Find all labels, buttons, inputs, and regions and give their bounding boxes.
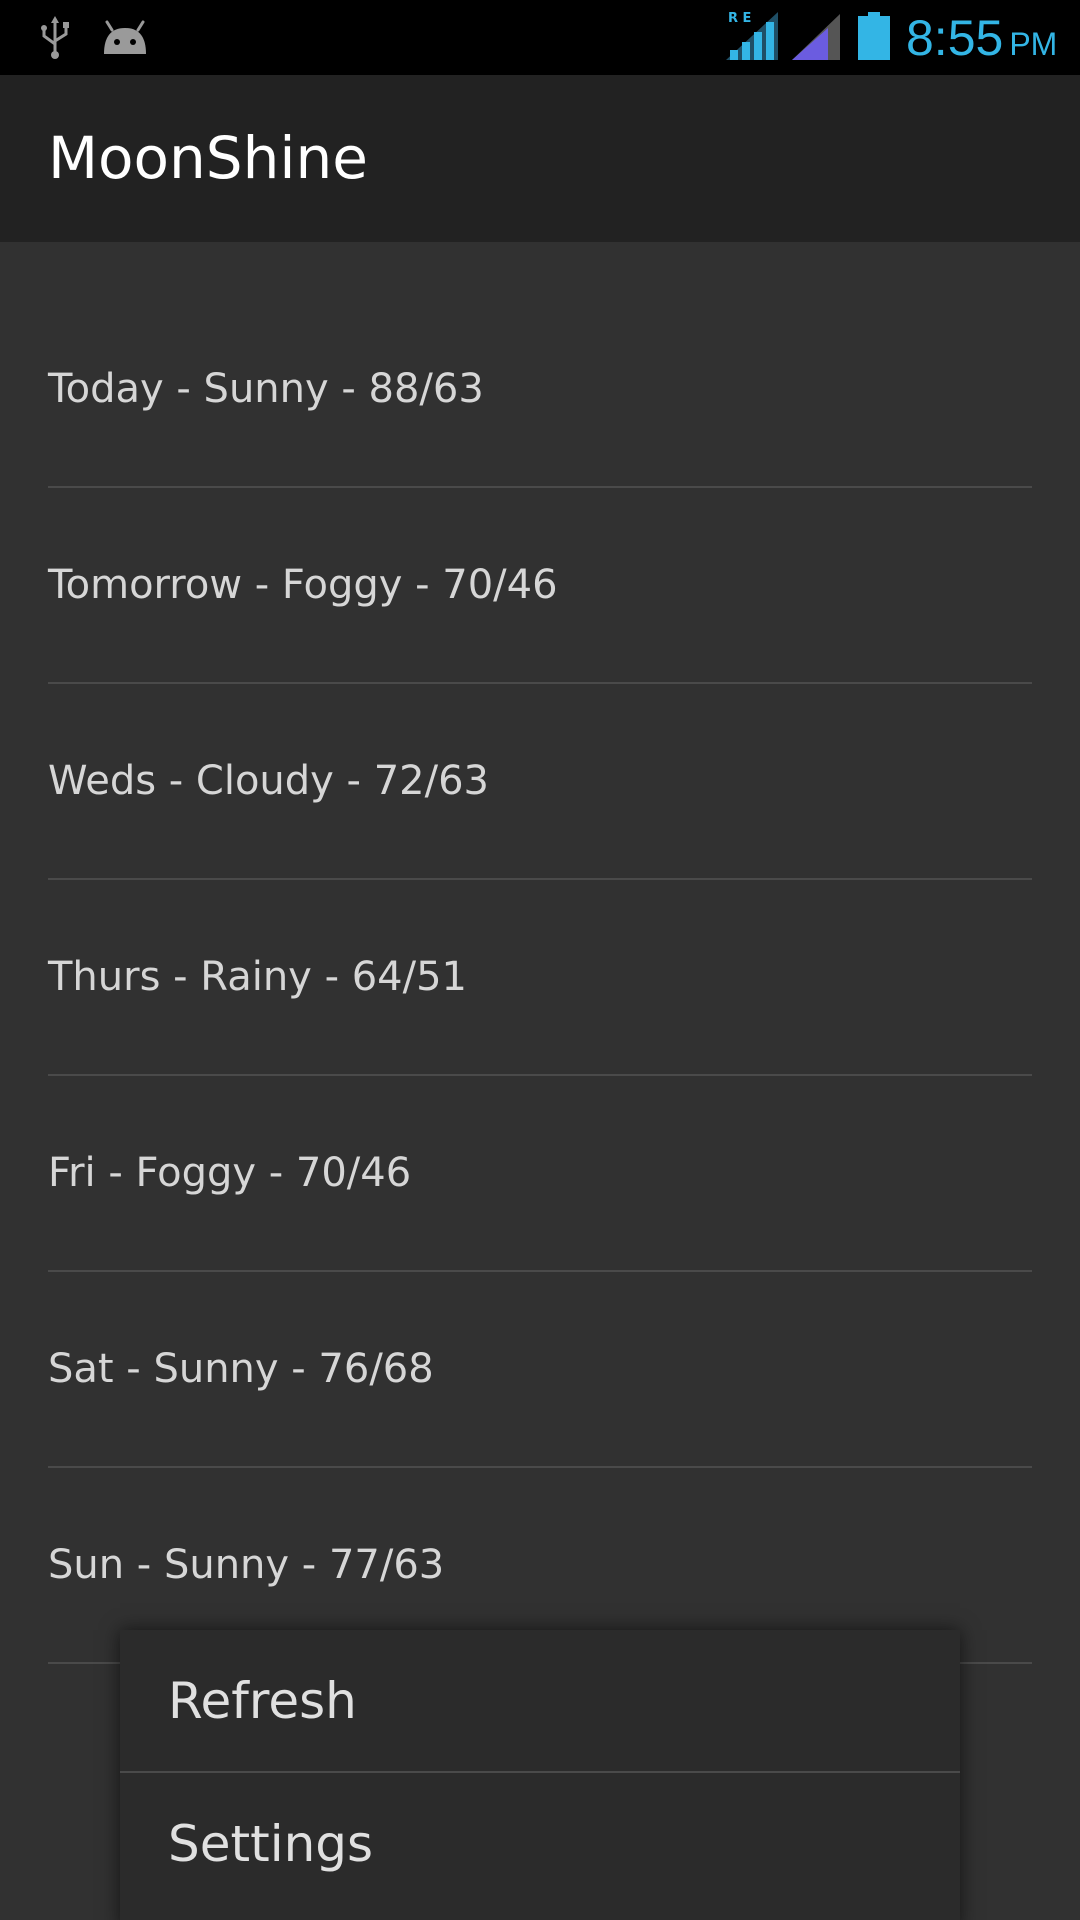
list-item[interactable]: Thurs - Rainy - 64/51 xyxy=(48,880,1032,1076)
menu-item-settings[interactable]: Settings xyxy=(120,1773,960,1916)
list-item[interactable]: Tomorrow - Foggy - 70/46 xyxy=(48,488,1032,684)
forecast-label: Sat - Sunny - 76/68 xyxy=(48,1346,434,1392)
signal-icon xyxy=(792,14,840,60)
overflow-menu: Refresh Settings xyxy=(120,1630,960,1920)
forecast-label: Tomorrow - Foggy - 70/46 xyxy=(48,562,558,608)
menu-item-label: Settings xyxy=(168,1815,374,1873)
forecast-label: Weds - Cloudy - 72/63 xyxy=(48,758,489,804)
android-debug-icon xyxy=(104,20,146,54)
forecast-label: Fri - Foggy - 70/46 xyxy=(48,1150,412,1196)
app-screen: R E 8:55 PM MoonShine Today - Sunny - 88/… xyxy=(0,0,1080,1920)
clock-ampm: PM xyxy=(1009,26,1058,62)
list-item[interactable]: Fri - Foggy - 70/46 xyxy=(48,1076,1032,1272)
action-bar: MoonShine xyxy=(0,75,1080,242)
list-item[interactable]: Sat - Sunny - 76/68 xyxy=(48,1272,1032,1468)
forecast-list: Today - Sunny - 88/63 Tomorrow - Foggy -… xyxy=(48,292,1032,1664)
list-item[interactable]: Today - Sunny - 88/63 xyxy=(48,292,1032,488)
clock-time: 8:55 xyxy=(906,10,1004,66)
status-clock: 8:55 PM xyxy=(906,8,1057,68)
status-bar: R E 8:55 PM xyxy=(0,0,1080,75)
menu-item-refresh[interactable]: Refresh xyxy=(120,1630,960,1773)
forecast-label: Today - Sunny - 88/63 xyxy=(48,366,484,412)
usb-icon xyxy=(41,16,69,59)
roaming-label: R E xyxy=(728,11,751,26)
signal-roaming-icon: R E xyxy=(726,11,778,60)
app-title: MoonShine xyxy=(48,124,368,192)
list-item[interactable]: Weds - Cloudy - 72/63 xyxy=(48,684,1032,880)
forecast-label: Thurs - Rainy - 64/51 xyxy=(48,954,467,1000)
battery-icon xyxy=(858,12,890,60)
menu-item-label: Refresh xyxy=(168,1672,357,1730)
